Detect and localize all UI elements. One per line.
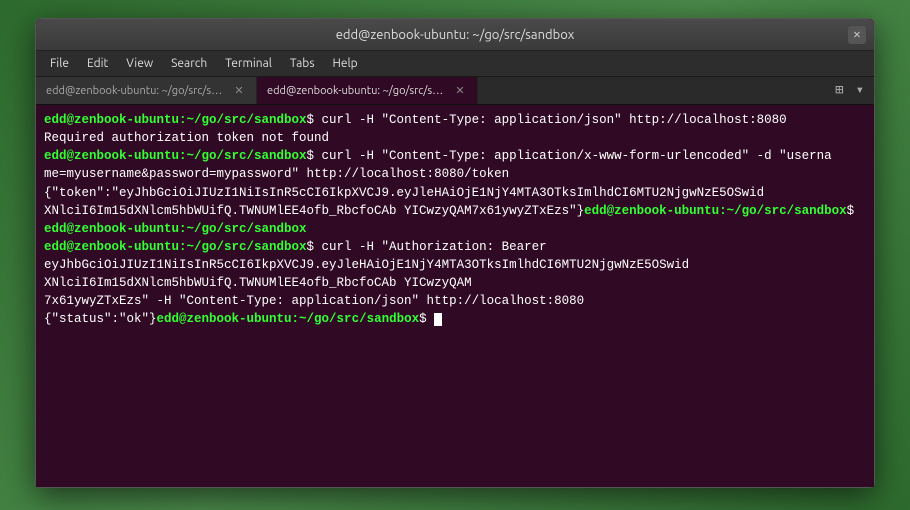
- cmd-3b: me=myusername&password=mypassword" http:…: [44, 167, 509, 181]
- menu-terminal[interactable]: Terminal: [217, 55, 280, 72]
- tab-menu-button[interactable]: ▾: [852, 80, 868, 101]
- token-output: {"token":"eyJhbGciOiJIUzI1NiIsInR5cCI6Ik…: [44, 186, 764, 200]
- tab-2-close[interactable]: ✕: [453, 84, 467, 98]
- tabs-bar: edd@zenbook-ubuntu: ~/go/src/sandbox ✕ e…: [36, 77, 874, 105]
- desktop: edd@zenbook-ubuntu: ~/go/src/sandbox ✕ F…: [0, 0, 910, 510]
- tab-2[interactable]: edd@zenbook-ubuntu: ~/go/src/sandbox ✕: [257, 77, 478, 104]
- terminal-line-6b: XNlciI6Im15dXNlcm5hbWUifQ.TWNUMlEE4ofb_R…: [44, 274, 866, 292]
- tab-controls: ⊞ ▾: [831, 77, 874, 104]
- prompt-7: edd@zenbook-ubuntu:~/go/src/sandbox: [157, 312, 420, 326]
- menu-view[interactable]: View: [118, 55, 161, 72]
- cmd-6c: 7x61ywyZTxEzs" -H "Content-Type: applica…: [44, 294, 584, 308]
- terminal-line-6c: 7x61ywyZTxEzs" -H "Content-Type: applica…: [44, 292, 866, 310]
- terminal-line-5: edd@zenbook-ubuntu:~/go/src/sandbox: [44, 220, 866, 238]
- terminal-line-4b: XNlciI6Im15dXNlcm5hbWUifQ.TWNUMlEE4ofb_R…: [44, 202, 866, 220]
- menubar: File Edit View Search Terminal Tabs Help: [36, 51, 874, 77]
- title-bar: edd@zenbook-ubuntu: ~/go/src/sandbox ✕: [36, 19, 874, 51]
- terminal-line-4: {"token":"eyJhbGciOiJIUzI1NiIsInR5cCI6Ik…: [44, 184, 866, 202]
- cmd-4end: $: [847, 204, 855, 218]
- new-tab-button[interactable]: ⊞: [831, 80, 847, 101]
- cmd-3: $ curl -H "Content-Type: application/x-w…: [307, 149, 832, 163]
- terminal-window: edd@zenbook-ubuntu: ~/go/src/sandbox ✕ F…: [35, 18, 875, 488]
- terminal-line-3b: me=myusername&password=mypassword" http:…: [44, 165, 866, 183]
- menu-search[interactable]: Search: [163, 55, 215, 72]
- menu-edit[interactable]: Edit: [79, 55, 116, 72]
- cmd-1: $ curl -H "Content-Type: application/jso…: [307, 113, 787, 127]
- terminal-content[interactable]: edd@zenbook-ubuntu:~/go/src/sandbox$ cur…: [36, 105, 874, 487]
- tab-2-label: edd@zenbook-ubuntu: ~/go/src/sandbox: [267, 85, 447, 97]
- tab-1[interactable]: edd@zenbook-ubuntu: ~/go/src/sandbox ✕: [36, 77, 257, 104]
- terminal-line-3: edd@zenbook-ubuntu:~/go/src/sandbox$ cur…: [44, 147, 866, 165]
- menu-tabs[interactable]: Tabs: [282, 55, 323, 72]
- terminal-line-1: edd@zenbook-ubuntu:~/go/src/sandbox$ cur…: [44, 111, 866, 129]
- terminal-cursor: [434, 313, 442, 326]
- output-2: Required authorization token not found: [44, 131, 329, 145]
- prompt-6: edd@zenbook-ubuntu:~/go/src/sandbox: [44, 240, 307, 254]
- tab-1-close[interactable]: ✕: [232, 84, 246, 98]
- terminal-line-6: edd@zenbook-ubuntu:~/go/src/sandbox$ cur…: [44, 238, 866, 274]
- menu-file[interactable]: File: [42, 55, 77, 72]
- terminal-line-2: Required authorization token not found: [44, 129, 866, 147]
- prompt-5: edd@zenbook-ubuntu:~/go/src/sandbox: [44, 222, 307, 236]
- prompt-3: edd@zenbook-ubuntu:~/go/src/sandbox: [44, 149, 307, 163]
- close-button[interactable]: ✕: [848, 26, 866, 44]
- window-title: edd@zenbook-ubuntu: ~/go/src/sandbox: [62, 28, 848, 42]
- cmd-6b: XNlciI6Im15dXNlcm5hbWUifQ.TWNUMlEE4ofb_R…: [44, 276, 472, 290]
- prompt-4: edd@zenbook-ubuntu:~/go/src/sandbox: [584, 204, 847, 218]
- cmd-7: $: [419, 312, 434, 326]
- menu-help[interactable]: Help: [325, 55, 366, 72]
- terminal-line-7: {"status":"ok"}edd@zenbook-ubuntu:~/go/s…: [44, 310, 866, 328]
- prompt-1: edd@zenbook-ubuntu:~/go/src/sandbox: [44, 113, 307, 127]
- token-output-b: XNlciI6Im15dXNlcm5hbWUifQ.TWNUMlEE4ofb_R…: [44, 204, 584, 218]
- output-7: {"status":"ok"}: [44, 312, 157, 326]
- tab-1-label: edd@zenbook-ubuntu: ~/go/src/sandbox: [46, 85, 226, 97]
